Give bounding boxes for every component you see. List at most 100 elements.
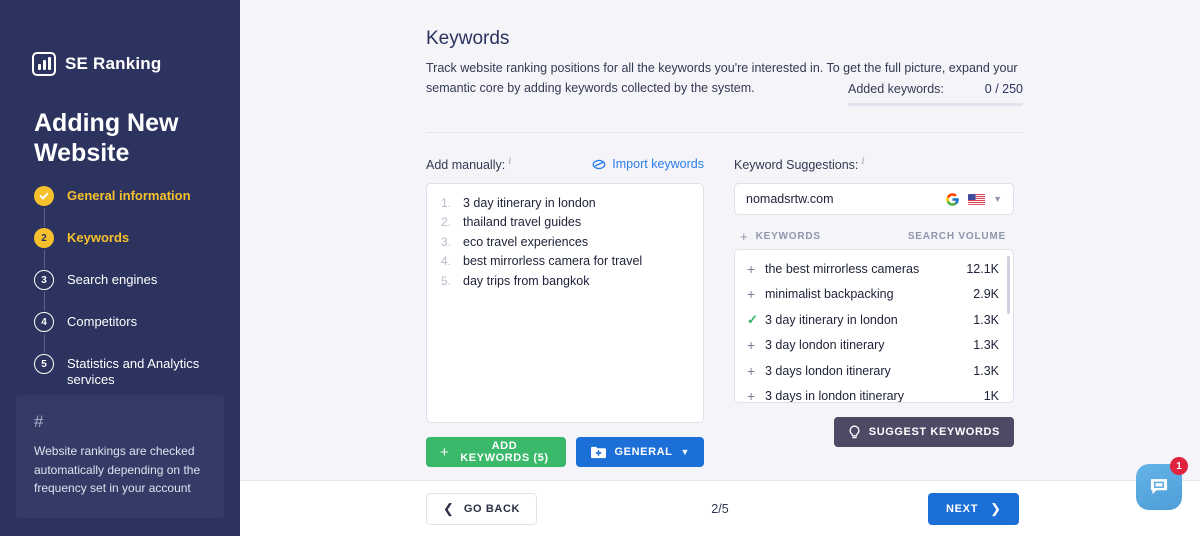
keywords-textarea[interactable]: 3 day itinerary in london thailand trave… bbox=[426, 183, 704, 423]
manual-keyword-list: 3 day itinerary in london thailand trave… bbox=[439, 194, 691, 291]
sidebar-tip-text: Website rankings are checked automatical… bbox=[34, 442, 206, 498]
plus-icon[interactable]: + bbox=[747, 287, 765, 301]
added-keywords-counter: Added keywords: 0 / 250 bbox=[848, 82, 1023, 106]
list-item: day trips from bangkok bbox=[439, 272, 691, 291]
chat-bubble-icon bbox=[1148, 476, 1170, 498]
suggestion-keyword: minimalist backpacking bbox=[765, 287, 973, 301]
suggestion-keyword: the best mirrorless cameras bbox=[765, 262, 966, 276]
next-button[interactable]: NEXT ❯ bbox=[928, 493, 1019, 525]
next-label: NEXT bbox=[946, 503, 978, 515]
add-manually-header: Add manually:i Import keywords bbox=[426, 154, 704, 174]
list-item: eco travel experiences bbox=[439, 233, 691, 252]
import-keywords-label: Import keywords bbox=[612, 157, 704, 171]
manual-actions: + ADD KEYWORDS (5) GENERAL ▼ bbox=[426, 437, 704, 467]
plus-icon[interactable]: + bbox=[747, 338, 765, 352]
list-item: 3 day itinerary in london bbox=[439, 194, 691, 213]
plus-icon[interactable]: + bbox=[747, 364, 765, 378]
step-connector bbox=[44, 250, 46, 269]
chevron-down-icon: ▼ bbox=[680, 447, 690, 457]
suggestion-keyword: 3 day itinerary in london bbox=[765, 313, 973, 327]
chevron-down-icon[interactable]: ▼ bbox=[993, 194, 1002, 204]
step-connector bbox=[44, 334, 46, 353]
keyword-suggestions-header: Keyword Suggestions:i bbox=[734, 154, 1014, 174]
add-keywords-button[interactable]: + ADD KEYWORDS (5) bbox=[426, 437, 566, 467]
paperclip-icon bbox=[592, 159, 606, 170]
suggest-keywords-label: SUGGEST KEYWORDS bbox=[869, 426, 1000, 438]
lightbulb-icon bbox=[848, 425, 861, 440]
add-keywords-label: ADD KEYWORDS (5) bbox=[457, 440, 551, 464]
wizard-title: Adding New Website bbox=[34, 108, 214, 168]
add-manually-label: Add manually:i bbox=[426, 155, 511, 172]
us-flag-icon[interactable] bbox=[968, 194, 985, 205]
chat-unread-badge: 1 bbox=[1170, 457, 1188, 475]
keyword-suggestions-panel: Keyword Suggestions:i nomadsrtw.com bbox=[734, 154, 1014, 447]
google-icon[interactable] bbox=[945, 192, 960, 207]
list-item: best mirrorless camera for travel bbox=[439, 252, 691, 271]
folder-plus-icon bbox=[590, 445, 607, 459]
suggestion-volume: 12.1K bbox=[966, 262, 999, 276]
bar-chart-logo-icon bbox=[32, 52, 56, 76]
sidebar-step-statistics-and-analytics-services[interactable]: 5 Statistics and Analytics services bbox=[34, 353, 224, 399]
plus-icon: + bbox=[440, 445, 449, 460]
list-item[interactable]: + minimalist backpacking 2.9K bbox=[735, 282, 1013, 308]
wizard-footer: ❮ GO BACK 2/5 NEXT ❯ bbox=[240, 480, 1200, 536]
suggestion-keyword: 3 days london itinerary bbox=[765, 364, 973, 378]
sidebar: SE Ranking Adding New Website General in… bbox=[0, 0, 240, 536]
column-header-keywords: KEYWORDS bbox=[756, 231, 821, 242]
suggestions-actions: SUGGEST KEYWORDS bbox=[734, 417, 1014, 447]
sidebar-step-label: Search engines bbox=[67, 269, 157, 288]
list-item[interactable]: ✓ 3 day itinerary in london 1.3K bbox=[735, 307, 1013, 333]
add-manually-panel: Add manually:i Import keywords 3 day iti… bbox=[426, 154, 704, 467]
main-area: Keywords Track website ranking positions… bbox=[240, 0, 1200, 536]
list-item[interactable]: + 3 days in london itinerary 1K bbox=[735, 384, 1013, 404]
suggestion-volume: 1.3K bbox=[973, 364, 999, 378]
column-header-search-volume: SEARCH VOLUME bbox=[908, 231, 1006, 242]
brand-name: SE Ranking bbox=[65, 54, 161, 74]
sidebar-step-search-engines[interactable]: 3 Search engines bbox=[34, 269, 224, 311]
keyword-group-select[interactable]: GENERAL ▼ bbox=[576, 437, 705, 467]
wizard-steps: General information 2 Keywords 3 Search … bbox=[34, 185, 224, 399]
domain-value: nomadsrtw.com bbox=[746, 192, 937, 206]
brand-logo[interactable]: SE Ranking bbox=[32, 52, 161, 76]
check-icon[interactable]: ✓ bbox=[747, 313, 765, 326]
suggestion-volume: 1.3K bbox=[973, 338, 999, 352]
step-marker-1 bbox=[34, 186, 54, 206]
list-item[interactable]: + the best mirrorless cameras 12.1K bbox=[735, 256, 1013, 282]
plus-icon[interactable]: + bbox=[747, 389, 765, 403]
suggestions-scrollbar[interactable] bbox=[1007, 256, 1010, 314]
step-connector bbox=[44, 208, 46, 227]
section-divider bbox=[426, 132, 1024, 133]
added-keywords-progress-bar bbox=[848, 103, 1023, 106]
hash-icon: # bbox=[34, 413, 206, 430]
suggestion-keyword: 3 day london itinerary bbox=[765, 338, 973, 352]
suggestion-volume: 1.3K bbox=[973, 313, 999, 327]
plus-icon[interactable]: + bbox=[747, 262, 765, 276]
step-marker-4: 4 bbox=[34, 312, 54, 332]
info-icon[interactable]: i bbox=[508, 155, 511, 167]
import-keywords-link[interactable]: Import keywords bbox=[592, 157, 704, 171]
sidebar-step-label: Keywords bbox=[67, 227, 129, 246]
suggestion-volume: 2.9K bbox=[973, 287, 999, 301]
domain-input[interactable]: nomadsrtw.com bbox=[734, 183, 1014, 215]
plus-icon[interactable]: + bbox=[740, 230, 748, 243]
list-item[interactable]: + 3 day london itinerary 1.3K bbox=[735, 333, 1013, 359]
info-icon[interactable]: i bbox=[861, 155, 864, 167]
sidebar-step-label: Statistics and Analytics services bbox=[67, 353, 224, 389]
sidebar-step-label: Competitors bbox=[67, 311, 137, 330]
chat-widget-button[interactable]: 1 bbox=[1136, 464, 1182, 510]
keyword-suggestions-label: Keyword Suggestions:i bbox=[734, 155, 864, 172]
added-keywords-label: Added keywords: bbox=[848, 82, 944, 96]
step-marker-2: 2 bbox=[34, 228, 54, 248]
chevron-right-icon: ❯ bbox=[990, 502, 1001, 515]
suggestion-volume: 1K bbox=[984, 389, 999, 403]
sidebar-step-competitors[interactable]: 4 Competitors bbox=[34, 311, 224, 353]
suggest-keywords-button[interactable]: SUGGEST KEYWORDS bbox=[834, 417, 1014, 447]
list-item[interactable]: + 3 days london itinerary 1.3K bbox=[735, 358, 1013, 384]
suggestions-column-header: + KEYWORDS SEARCH VOLUME bbox=[734, 223, 1014, 249]
keyword-group-label: GENERAL bbox=[615, 446, 673, 458]
suggestions-list[interactable]: + the best mirrorless cameras 12.1K + mi… bbox=[734, 249, 1014, 403]
sidebar-step-keywords[interactable]: 2 Keywords bbox=[34, 227, 224, 269]
sidebar-step-general-information[interactable]: General information bbox=[34, 185, 224, 227]
page-indicator: 2/5 bbox=[240, 502, 1200, 516]
main-content: Keywords Track website ranking positions… bbox=[240, 0, 1200, 480]
